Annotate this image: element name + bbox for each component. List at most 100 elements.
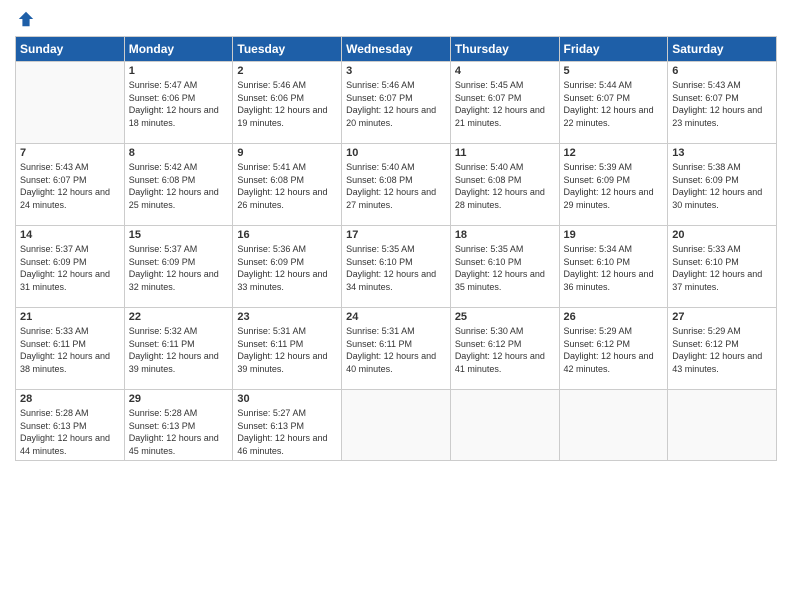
- day-number: 9: [237, 147, 337, 159]
- calendar-cell: 5 Sunrise: 5:44 AMSunset: 6:07 PMDaylight…: [559, 62, 668, 144]
- calendar-cell: 30 Sunrise: 5:27 AMSunset: 6:13 PMDayligh…: [233, 390, 342, 461]
- day-info: Sunrise: 5:42 AMSunset: 6:08 PMDaylight:…: [129, 161, 229, 211]
- calendar-cell: 7Sunrise: 5:43 AMSunset: 6:07 PMDaylight…: [16, 144, 125, 226]
- calendar-cell: 19 Sunrise: 5:34 AMSunset: 6:10 PMDayligh…: [559, 226, 668, 308]
- logo: [15, 10, 35, 28]
- header-day-tuesday: Tuesday: [233, 37, 342, 62]
- header-day-wednesday: Wednesday: [342, 37, 451, 62]
- calendar-cell: 26 Sunrise: 5:29 AMSunset: 6:12 PMDayligh…: [559, 308, 668, 390]
- header-day-monday: Monday: [124, 37, 233, 62]
- calendar-cell: 22 Sunrise: 5:32 AMSunset: 6:11 PMDayligh…: [124, 308, 233, 390]
- day-info: Sunrise: 5:29 AMSunset: 6:12 PMDaylight:…: [672, 325, 772, 375]
- day-info: Sunrise: 5:33 AMSunset: 6:10 PMDaylight:…: [672, 243, 772, 293]
- day-info: Sunrise: 5:44 AMSunset: 6:07 PMDaylight:…: [564, 79, 664, 129]
- week-row-1: 7Sunrise: 5:43 AMSunset: 6:07 PMDaylight…: [16, 144, 777, 226]
- day-info: Sunrise: 5:43 AMSunset: 6:07 PMDaylight:…: [20, 161, 120, 211]
- calendar-cell: 2 Sunrise: 5:46 AMSunset: 6:06 PMDaylight…: [233, 62, 342, 144]
- header-day-sunday: Sunday: [16, 37, 125, 62]
- calendar-cell: 25Sunrise: 5:30 AMSunset: 6:12 PMDayligh…: [450, 308, 559, 390]
- week-row-2: 14 Sunrise: 5:37 AMSunset: 6:09 PMDayligh…: [16, 226, 777, 308]
- day-number: 11: [455, 147, 555, 159]
- calendar-cell: 14 Sunrise: 5:37 AMSunset: 6:09 PMDayligh…: [16, 226, 125, 308]
- day-number: 13: [672, 147, 772, 159]
- calendar-cell: 6Sunrise: 5:43 AMSunset: 6:07 PMDaylight…: [668, 62, 777, 144]
- calendar-cell: [668, 390, 777, 461]
- day-number: 27: [672, 311, 772, 323]
- calendar-cell: 27 Sunrise: 5:29 AMSunset: 6:12 PMDayligh…: [668, 308, 777, 390]
- day-number: 5: [564, 65, 664, 77]
- day-number: 22: [129, 311, 229, 323]
- calendar-cell: 12 Sunrise: 5:39 AMSunset: 6:09 PMDayligh…: [559, 144, 668, 226]
- calendar-cell: [450, 390, 559, 461]
- calendar-cell: 20Sunrise: 5:33 AMSunset: 6:10 PMDayligh…: [668, 226, 777, 308]
- day-info: Sunrise: 5:46 AMSunset: 6:06 PMDaylight:…: [237, 79, 337, 129]
- day-info: Sunrise: 5:31 AMSunset: 6:11 PMDaylight:…: [237, 325, 337, 375]
- calendar-cell: 23 Sunrise: 5:31 AMSunset: 6:11 PMDayligh…: [233, 308, 342, 390]
- calendar-cell: 18Sunrise: 5:35 AMSunset: 6:10 PMDayligh…: [450, 226, 559, 308]
- day-info: Sunrise: 5:38 AMSunset: 6:09 PMDaylight:…: [672, 161, 772, 211]
- day-info: Sunrise: 5:46 AMSunset: 6:07 PMDaylight:…: [346, 79, 446, 129]
- day-info: Sunrise: 5:35 AMSunset: 6:10 PMDaylight:…: [346, 243, 446, 293]
- day-info: Sunrise: 5:40 AMSunset: 6:08 PMDaylight:…: [346, 161, 446, 211]
- day-info: Sunrise: 5:37 AMSunset: 6:09 PMDaylight:…: [129, 243, 229, 293]
- day-info: Sunrise: 5:33 AMSunset: 6:11 PMDaylight:…: [20, 325, 120, 375]
- calendar-cell: [342, 390, 451, 461]
- day-number: 26: [564, 311, 664, 323]
- day-number: 21: [20, 311, 120, 323]
- day-number: 19: [564, 229, 664, 241]
- day-info: Sunrise: 5:27 AMSunset: 6:13 PMDaylight:…: [237, 407, 337, 457]
- calendar-cell: 13 Sunrise: 5:38 AMSunset: 6:09 PMDayligh…: [668, 144, 777, 226]
- day-info: Sunrise: 5:28 AMSunset: 6:13 PMDaylight:…: [129, 407, 229, 457]
- header-row: SundayMondayTuesdayWednesdayThursdayFrid…: [16, 37, 777, 62]
- calendar-cell: 24Sunrise: 5:31 AMSunset: 6:11 PMDayligh…: [342, 308, 451, 390]
- week-row-3: 21 Sunrise: 5:33 AMSunset: 6:11 PMDayligh…: [16, 308, 777, 390]
- week-row-4: 28 Sunrise: 5:28 AMSunset: 6:13 PMDayligh…: [16, 390, 777, 461]
- calendar-cell: 11 Sunrise: 5:40 AMSunset: 6:08 PMDayligh…: [450, 144, 559, 226]
- day-number: 29: [129, 393, 229, 405]
- calendar-cell: 9 Sunrise: 5:41 AMSunset: 6:08 PMDaylight…: [233, 144, 342, 226]
- day-number: 18: [455, 229, 555, 241]
- page: SundayMondayTuesdayWednesdayThursdayFrid…: [0, 0, 792, 612]
- day-info: Sunrise: 5:34 AMSunset: 6:10 PMDaylight:…: [564, 243, 664, 293]
- day-info: Sunrise: 5:37 AMSunset: 6:09 PMDaylight:…: [20, 243, 120, 293]
- day-info: Sunrise: 5:43 AMSunset: 6:07 PMDaylight:…: [672, 79, 772, 129]
- calendar-cell: 15 Sunrise: 5:37 AMSunset: 6:09 PMDayligh…: [124, 226, 233, 308]
- calendar-cell: [16, 62, 125, 144]
- calendar-cell: 8 Sunrise: 5:42 AMSunset: 6:08 PMDaylight…: [124, 144, 233, 226]
- day-number: 30: [237, 393, 337, 405]
- day-number: 24: [346, 311, 446, 323]
- header-day-saturday: Saturday: [668, 37, 777, 62]
- day-number: 12: [564, 147, 664, 159]
- calendar-cell: 10 Sunrise: 5:40 AMSunset: 6:08 PMDayligh…: [342, 144, 451, 226]
- day-number: 10: [346, 147, 446, 159]
- day-info: Sunrise: 5:47 AMSunset: 6:06 PMDaylight:…: [129, 79, 229, 129]
- day-info: Sunrise: 5:28 AMSunset: 6:13 PMDaylight:…: [20, 407, 120, 457]
- day-number: 17: [346, 229, 446, 241]
- day-info: Sunrise: 5:41 AMSunset: 6:08 PMDaylight:…: [237, 161, 337, 211]
- calendar-cell: 17 Sunrise: 5:35 AMSunset: 6:10 PMDayligh…: [342, 226, 451, 308]
- calendar-cell: 28 Sunrise: 5:28 AMSunset: 6:13 PMDayligh…: [16, 390, 125, 461]
- day-number: 28: [20, 393, 120, 405]
- day-number: 2: [237, 65, 337, 77]
- calendar-cell: 16 Sunrise: 5:36 AMSunset: 6:09 PMDayligh…: [233, 226, 342, 308]
- week-row-0: 1Sunrise: 5:47 AMSunset: 6:06 PMDaylight…: [16, 62, 777, 144]
- calendar-cell: 21 Sunrise: 5:33 AMSunset: 6:11 PMDayligh…: [16, 308, 125, 390]
- calendar-table: SundayMondayTuesdayWednesdayThursdayFrid…: [15, 36, 777, 461]
- header-day-thursday: Thursday: [450, 37, 559, 62]
- calendar-cell: 3 Sunrise: 5:46 AMSunset: 6:07 PMDaylight…: [342, 62, 451, 144]
- day-info: Sunrise: 5:36 AMSunset: 6:09 PMDaylight:…: [237, 243, 337, 293]
- day-info: Sunrise: 5:32 AMSunset: 6:11 PMDaylight:…: [129, 325, 229, 375]
- day-number: 8: [129, 147, 229, 159]
- calendar-cell: 4Sunrise: 5:45 AMSunset: 6:07 PMDaylight…: [450, 62, 559, 144]
- day-number: 23: [237, 311, 337, 323]
- day-info: Sunrise: 5:40 AMSunset: 6:08 PMDaylight:…: [455, 161, 555, 211]
- day-number: 16: [237, 229, 337, 241]
- day-number: 14: [20, 229, 120, 241]
- day-number: 3: [346, 65, 446, 77]
- day-info: Sunrise: 5:39 AMSunset: 6:09 PMDaylight:…: [564, 161, 664, 211]
- day-info: Sunrise: 5:30 AMSunset: 6:12 PMDaylight:…: [455, 325, 555, 375]
- day-number: 15: [129, 229, 229, 241]
- logo-icon: [17, 10, 35, 28]
- day-info: Sunrise: 5:29 AMSunset: 6:12 PMDaylight:…: [564, 325, 664, 375]
- calendar-cell: [559, 390, 668, 461]
